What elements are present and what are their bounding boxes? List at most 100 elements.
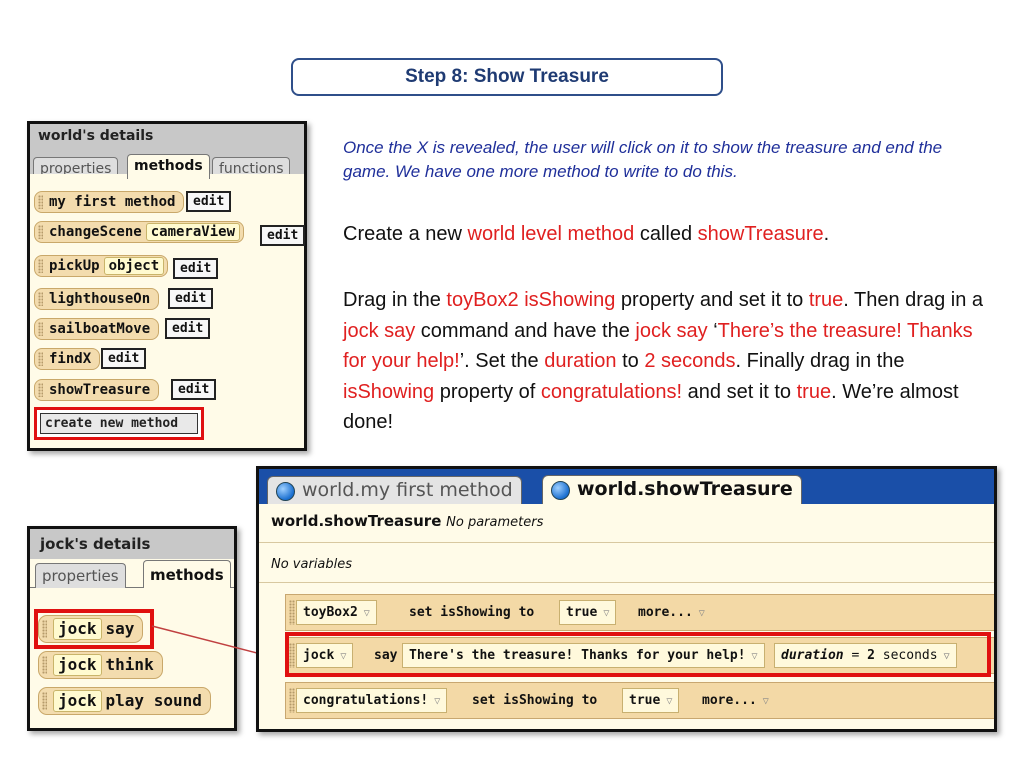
edit-button[interactable]: edit <box>168 288 214 309</box>
object-dropdown[interactable]: congratulations! ▽ <box>296 688 448 713</box>
more-dropdown[interactable]: more... ▽ <box>702 688 769 713</box>
method-label: sailboatMove <box>49 321 151 337</box>
tab-label: world.my first method <box>302 479 513 501</box>
tab-methods[interactable]: methods <box>127 154 210 179</box>
method-findx[interactable]: findX <box>34 348 101 370</box>
method-label: lighthouseOn <box>49 291 151 307</box>
method-label: findX <box>49 351 92 367</box>
set-property-label: set isShowing to <box>409 605 535 620</box>
object-name: jock <box>53 690 102 712</box>
set-property-label: set isShowing to <box>472 693 598 708</box>
jock-say-highlight <box>34 609 154 649</box>
method-changescene[interactable]: changeScene cameraView <box>34 221 245 243</box>
edit-button[interactable]: edit <box>171 379 217 400</box>
dropdown-arrow-icon: ▽ <box>603 608 610 619</box>
editor-body: world.showTreasure No parameters No vari… <box>259 504 994 729</box>
page-title: Step 8: Show Treasure <box>291 58 723 96</box>
dropdown-arrow-icon: ▽ <box>762 696 769 707</box>
highlight-text: world level method <box>467 223 635 245</box>
method-showtreasure[interactable]: showTreasure <box>34 379 160 401</box>
method-my-first-method[interactable]: my first method <box>34 191 185 213</box>
text: Create a new <box>343 223 468 245</box>
param-object: object <box>103 257 165 275</box>
dropdown-arrow-icon: ▽ <box>363 608 370 619</box>
edit-button[interactable]: edit <box>260 225 306 246</box>
highlight-text: showTreasure <box>697 223 824 245</box>
value-text: true <box>629 693 661 708</box>
tab-world-my-first-method[interactable]: world.my first method <box>267 476 522 504</box>
text: Drag in the <box>343 289 447 311</box>
text: ’. Set the <box>459 350 545 372</box>
dropdown-arrow-icon: ▽ <box>698 608 705 619</box>
method-label: showTreasure <box>49 382 151 398</box>
method-label: pickUp <box>49 258 100 274</box>
value-dropdown[interactable]: true ▽ <box>622 688 680 713</box>
object-name: toyBox2 <box>303 605 358 620</box>
text: called <box>634 223 698 245</box>
tab-methods[interactable]: methods <box>143 560 231 588</box>
more-text: more... <box>702 693 757 708</box>
dropdown-arrow-icon: ▽ <box>666 696 673 707</box>
text: property and set it to <box>615 289 809 311</box>
edit-button[interactable]: edit <box>165 318 211 339</box>
method-sailboatmove[interactable]: sailboatMove <box>34 318 160 340</box>
params-text: No parameters <box>446 515 544 530</box>
more-text: more... <box>638 605 693 620</box>
method-pickup[interactable]: pickUp object <box>34 255 169 277</box>
intro-text: Once the X is revealed, the user will cl… <box>343 138 943 181</box>
jock-say-statement-highlight <box>285 632 991 677</box>
edit-button[interactable]: edit <box>186 191 232 212</box>
edit-button[interactable]: edit <box>101 348 147 369</box>
text: ‘ <box>707 319 718 342</box>
highlight-text: true <box>808 289 844 311</box>
highlight-text: true <box>796 380 832 403</box>
text: . <box>823 223 830 245</box>
instruction-paragraph-2: Drag in the toyBox2 isShowing property a… <box>343 285 993 438</box>
globe-icon <box>551 481 570 500</box>
highlight-text: congratulations! <box>540 380 683 403</box>
vars-text: No variables <box>271 557 353 572</box>
text: command and have the <box>415 319 636 342</box>
value-text: true <box>566 605 598 620</box>
tab-world-showtreasure[interactable]: world.showTreasure <box>542 475 802 506</box>
divider <box>259 542 994 543</box>
text: . Then drag in a <box>843 289 984 311</box>
object-name: congratulations! <box>303 693 429 708</box>
statement-congratulations-set[interactable]: congratulations! ▽ set isShowing to true ▽… <box>285 682 994 719</box>
tab-label: world.showTreasure <box>577 478 793 500</box>
jock-play-sound-method[interactable]: jock play sound <box>38 687 211 715</box>
method-name: world.showTreasure <box>271 512 442 530</box>
highlight-text: duration <box>544 350 617 372</box>
instruction-paragraph-1: Create a new world level method called s… <box>343 223 993 246</box>
text: and set it to <box>682 380 797 403</box>
tab-properties[interactable]: properties <box>35 563 126 588</box>
text: property of <box>434 380 541 403</box>
highlight-text: isShowing <box>343 380 435 403</box>
jock-think-method[interactable]: jock think <box>38 651 163 679</box>
code-area: toyBox2 ▽ set isShowing to true ▽ more... ▽… <box>271 594 994 729</box>
edit-button[interactable]: edit <box>173 258 219 279</box>
statement-toybox2-set[interactable]: toyBox2 ▽ set isShowing to true ▽ more... ▽ <box>285 594 994 631</box>
jock-details-header: jock's details <box>30 529 234 559</box>
create-new-method-button[interactable]: create new method <box>34 407 204 440</box>
method-label: play sound <box>105 691 202 710</box>
text: . Finally drag in the <box>735 350 905 372</box>
object-name: jock <box>53 654 102 676</box>
method-label: my first method <box>49 194 176 210</box>
text: to <box>616 350 645 372</box>
highlight-text: jock say <box>343 319 416 342</box>
more-dropdown[interactable]: more... ▽ <box>638 600 705 625</box>
highlight-text: jock say <box>635 319 708 342</box>
method-label: think <box>105 655 154 674</box>
divider <box>259 582 994 583</box>
method-lighthouseon[interactable]: lighthouseOn <box>34 288 160 310</box>
value-dropdown[interactable]: true ▽ <box>559 600 617 625</box>
highlight-text: toyBox2 isShowing <box>446 289 616 311</box>
world-methods-list: my first method edit changeScene cameraVi… <box>30 174 306 448</box>
object-dropdown[interactable]: toyBox2 ▽ <box>296 600 377 625</box>
method-label: changeScene <box>49 224 142 240</box>
jock-details-tabs: properties methods <box>30 559 234 588</box>
world-details-panel: world's details properties methods funct… <box>27 121 307 451</box>
param-cameraview: cameraView <box>145 223 241 241</box>
highlight-text: 2 seconds <box>644 350 736 372</box>
